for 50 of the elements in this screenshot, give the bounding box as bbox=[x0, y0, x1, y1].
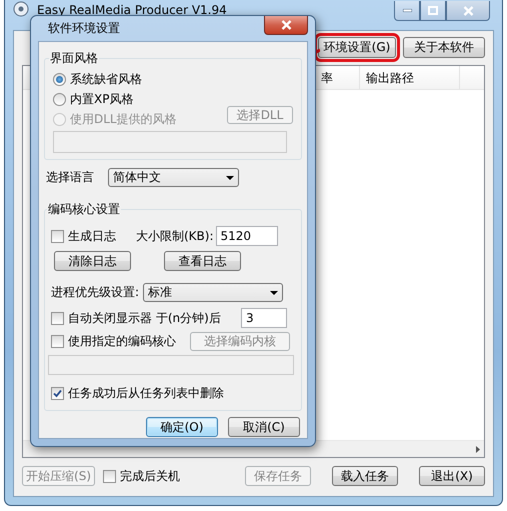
checkbox-label: 使用指定的编码核心 bbox=[68, 333, 176, 350]
maximize-button[interactable] bbox=[420, 1, 446, 21]
radio-button[interactable] bbox=[53, 72, 66, 86]
checkbox[interactable] bbox=[51, 312, 64, 324]
dll-path-field[interactable] bbox=[53, 131, 287, 153]
minutes-field[interactable]: 3 bbox=[241, 308, 287, 328]
dropdown-value: 标准 bbox=[148, 284, 172, 301]
scroll-right-icon bbox=[476, 446, 480, 452]
dropdown-caret-icon bbox=[270, 290, 278, 294]
size-limit-label: 大小限制(KB): bbox=[136, 228, 214, 244]
checkbox[interactable] bbox=[51, 230, 64, 242]
cancel-button[interactable]: 取消(C) bbox=[228, 417, 300, 437]
radio-label: 使用DLL提供的风格 bbox=[70, 110, 177, 128]
minimize-button[interactable] bbox=[394, 1, 420, 21]
maximize-icon bbox=[428, 6, 438, 15]
clear-log-button[interactable]: 清除日志 bbox=[54, 251, 131, 271]
dropdown-caret-icon bbox=[226, 176, 234, 180]
app-icon bbox=[13, 1, 29, 17]
close-icon bbox=[462, 6, 474, 16]
language-label: 选择语言 bbox=[46, 169, 94, 186]
priority-dropdown[interactable]: 标准 bbox=[143, 283, 284, 302]
radio-label: 系统缺省风格 bbox=[70, 70, 142, 88]
checkbox-label: 完成后关机 bbox=[120, 468, 180, 484]
close-button[interactable] bbox=[264, 16, 308, 35]
checkbox[interactable] bbox=[51, 335, 64, 348]
exit-button[interactable]: 退出(X) bbox=[419, 466, 485, 486]
dialog-title: 软件环境设置 bbox=[47, 20, 120, 37]
group-title: 编码核心设置 bbox=[47, 201, 121, 218]
group-title: 界面风格 bbox=[49, 50, 99, 67]
window-title: Easy RealMedia Producer V1.94 bbox=[37, 3, 227, 17]
core-path-field[interactable] bbox=[48, 355, 294, 375]
load-task-button[interactable]: 载入任务 bbox=[332, 466, 398, 486]
ok-button[interactable]: 确定(O) bbox=[146, 417, 218, 437]
column-header[interactable]: 输出路径 bbox=[360, 66, 460, 89]
view-log-button[interactable]: 查看日志 bbox=[164, 251, 241, 271]
checkbox[interactable] bbox=[103, 470, 116, 482]
checkbox-label: 生成日志 bbox=[68, 228, 116, 244]
checkbox-label: 任务成功后从任务列表中删除 bbox=[68, 385, 224, 402]
minimize-icon bbox=[402, 9, 412, 12]
close-button[interactable] bbox=[446, 1, 490, 21]
close-icon bbox=[280, 20, 292, 30]
language-dropdown[interactable]: 简体中文 bbox=[108, 168, 239, 187]
about-button[interactable]: 关于本软件 bbox=[403, 37, 485, 58]
checkbox-label: 自动关闭显示器 于(n分钟)后 bbox=[68, 310, 221, 326]
dropdown-value: 简体中文 bbox=[113, 169, 161, 186]
size-limit-field[interactable]: 5120 bbox=[216, 226, 278, 246]
radio-label: 内置XP风格 bbox=[70, 90, 134, 108]
radio-button[interactable] bbox=[53, 92, 66, 106]
priority-label: 进程优先级设置: bbox=[51, 284, 140, 301]
checkbox[interactable] bbox=[51, 387, 64, 400]
